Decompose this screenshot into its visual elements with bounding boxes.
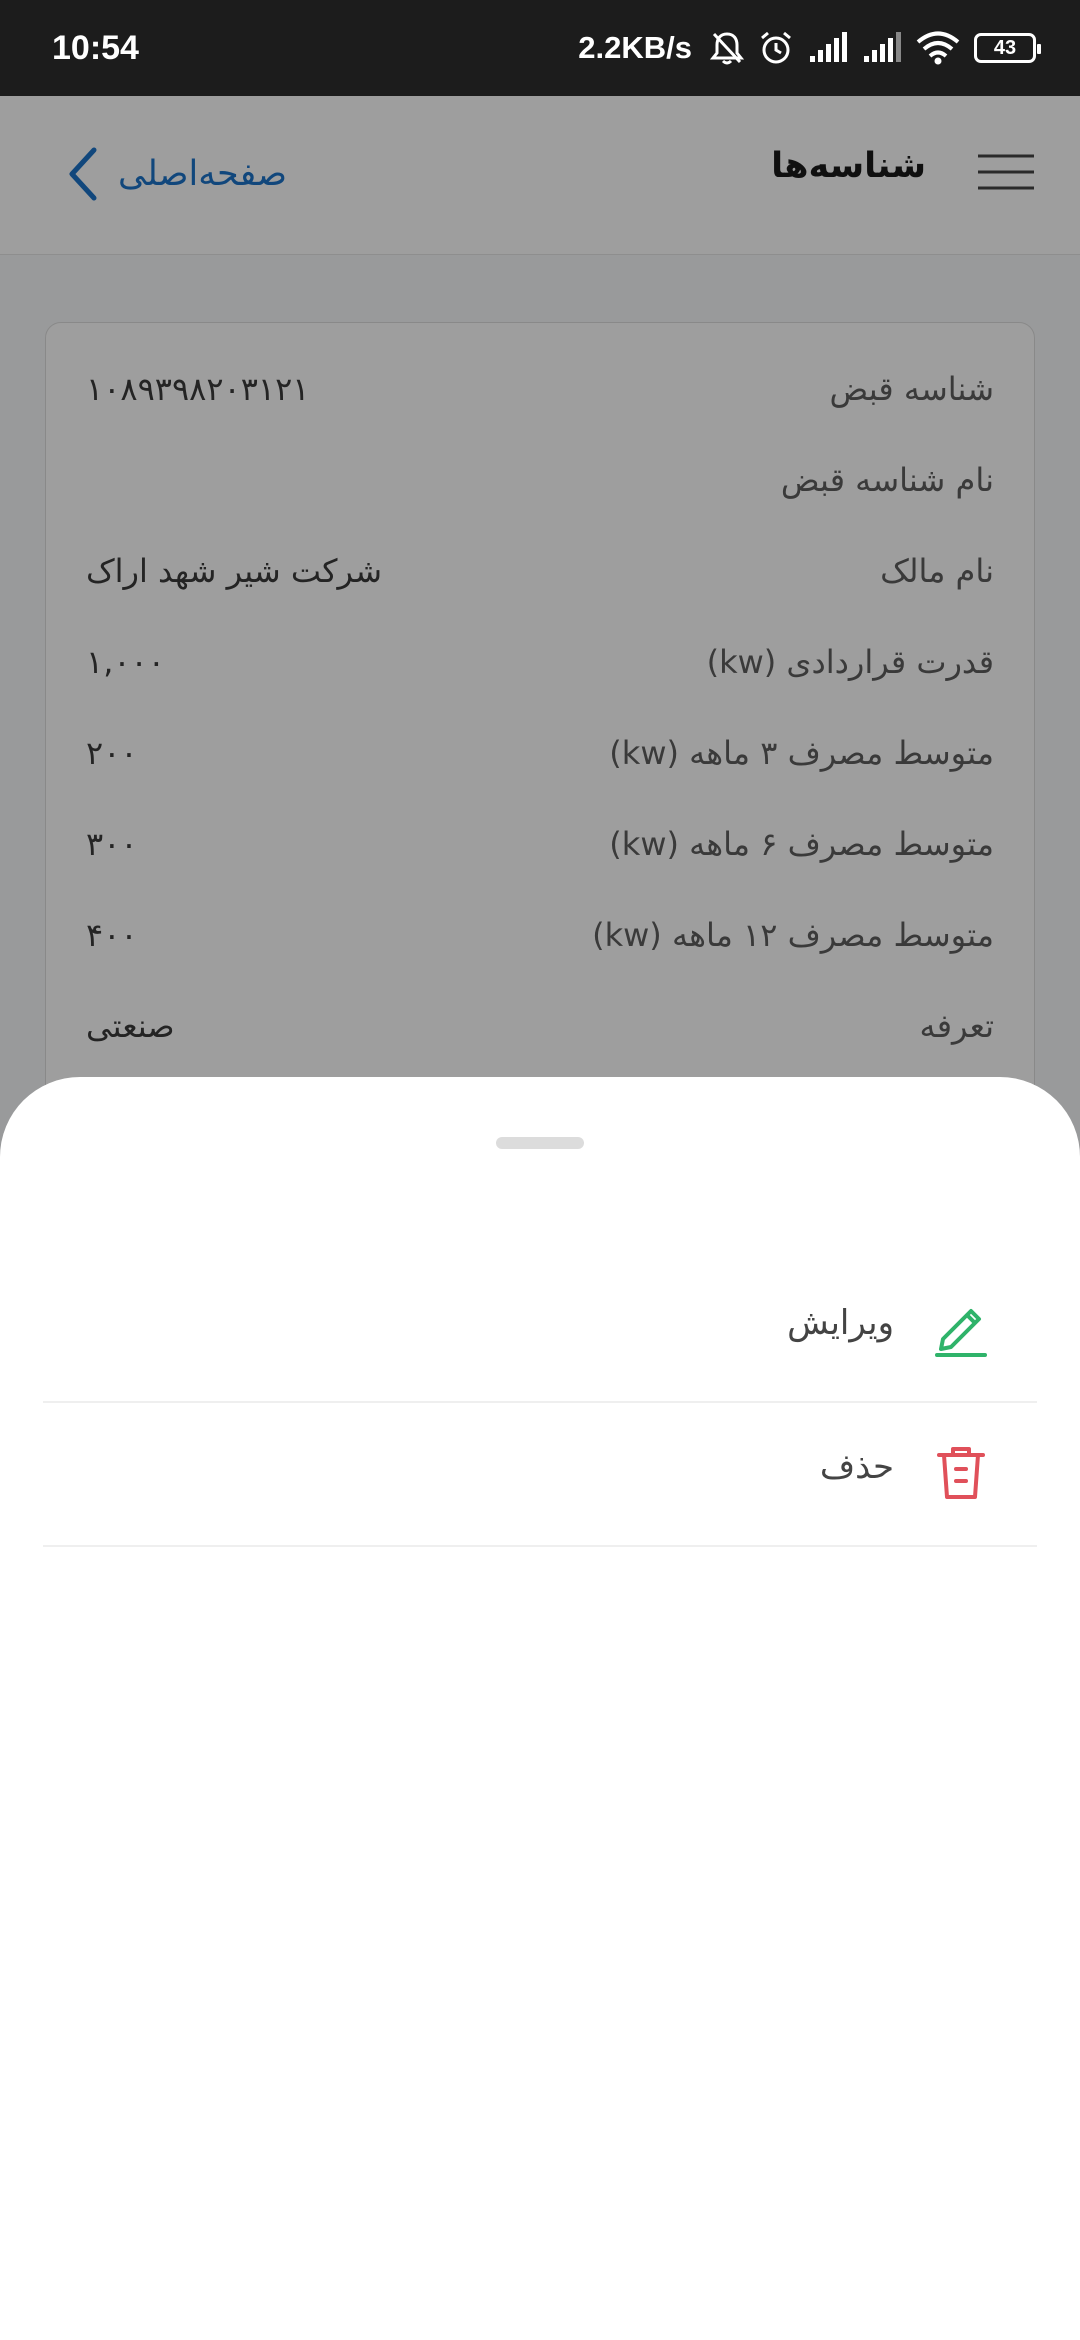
wifi-icon [916, 31, 960, 65]
screen: 10:54 2.2KB/s [0, 0, 1080, 2340]
signal-icon [810, 32, 847, 62]
bottom-sheet: ویرایش حذف [0, 1077, 1080, 2340]
delete-label: حذف [819, 1447, 894, 1487]
drag-handle[interactable] [496, 1137, 584, 1149]
trash-icon [937, 1447, 985, 1499]
signal-icon [864, 32, 901, 62]
delete-action[interactable]: حذف [43, 1401, 1037, 1547]
net-speed: 2.2KB/s [578, 30, 692, 65]
status-icons: 2.2KB/s 43 [578, 30, 1041, 66]
battery-icon: 43 [974, 33, 1041, 63]
status-bar: 10:54 2.2KB/s 43 [0, 0, 1080, 96]
alarm-icon [761, 31, 791, 64]
edit-action[interactable]: ویرایش [43, 1257, 1037, 1403]
pencil-icon [935, 1309, 987, 1357]
battery-level: 43 [993, 36, 1017, 59]
edit-label: ویرایش [787, 1303, 894, 1343]
status-time: 10:54 [52, 28, 139, 67]
bell-off-icon [710, 32, 744, 65]
